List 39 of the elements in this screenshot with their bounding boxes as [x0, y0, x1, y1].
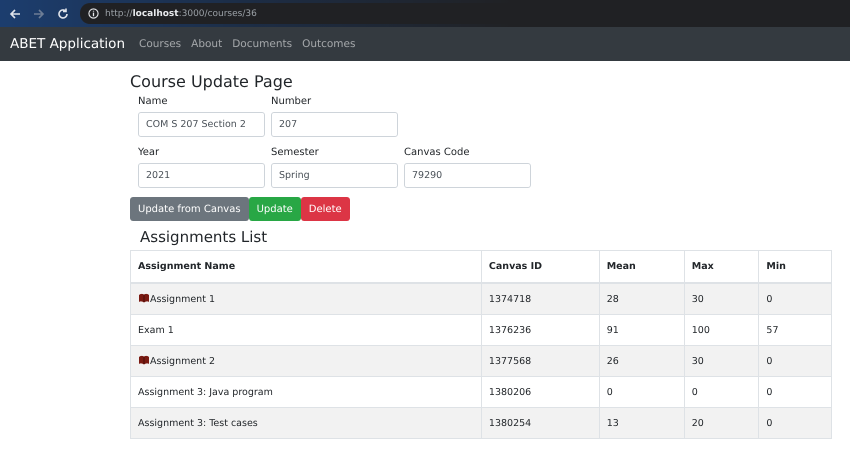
input-field[interactable]: 79290: [404, 163, 531, 188]
back-icon[interactable]: [8, 6, 22, 20]
url-text: http://localhost:3000/courses/36: [105, 8, 257, 18]
field-label: Number: [271, 96, 312, 107]
table-cell: Assignment 1: [130, 283, 482, 314]
delete-button[interactable]: Delete: [300, 197, 350, 221]
input-field[interactable]: Spring: [271, 163, 398, 188]
info-icon[interactable]: [88, 8, 99, 19]
reload-icon[interactable]: [56, 6, 70, 20]
input-field[interactable]: 2021: [138, 163, 265, 188]
section-title: Assignments List: [140, 228, 268, 246]
field-label: Name: [138, 96, 169, 107]
table-cell: 0: [758, 408, 832, 438]
table-cell: 1380254: [481, 408, 600, 438]
nav-link[interactable]: Documents: [232, 38, 292, 50]
action-button[interactable]: Update from Canvas: [130, 197, 249, 221]
table-cell: Assignment 3: Test cases: [130, 408, 482, 438]
table-cell: 26: [599, 346, 684, 376]
table-cell: 0: [758, 346, 832, 376]
table-cell: 1377568: [481, 346, 600, 376]
table-cell: 30: [684, 283, 759, 314]
table-cell: 1374718: [481, 283, 600, 314]
nav-link[interactable]: Courses: [139, 38, 182, 50]
forward-icon[interactable]: [32, 6, 46, 20]
table-cell: 28: [599, 283, 684, 314]
nav-link[interactable]: About: [191, 38, 222, 50]
table-cell: 20: [684, 408, 759, 438]
input-field[interactable]: 207: [271, 112, 398, 137]
table-cell: 13: [599, 408, 684, 438]
field-label: Semester: [271, 147, 320, 158]
field-label: Canvas Code: [404, 147, 470, 158]
table-cell: Assignment 2: [130, 346, 482, 376]
table-cell: 0: [758, 283, 832, 314]
page-title: Course Update Page: [130, 72, 294, 91]
brand-link[interactable]: ABET Application: [10, 36, 125, 52]
input-field[interactable]: COM S 207 Section 2: [138, 112, 265, 137]
nav-link[interactable]: Outcomes: [302, 38, 356, 50]
table-cell: 30: [684, 346, 759, 376]
field-label: Year: [138, 147, 160, 158]
